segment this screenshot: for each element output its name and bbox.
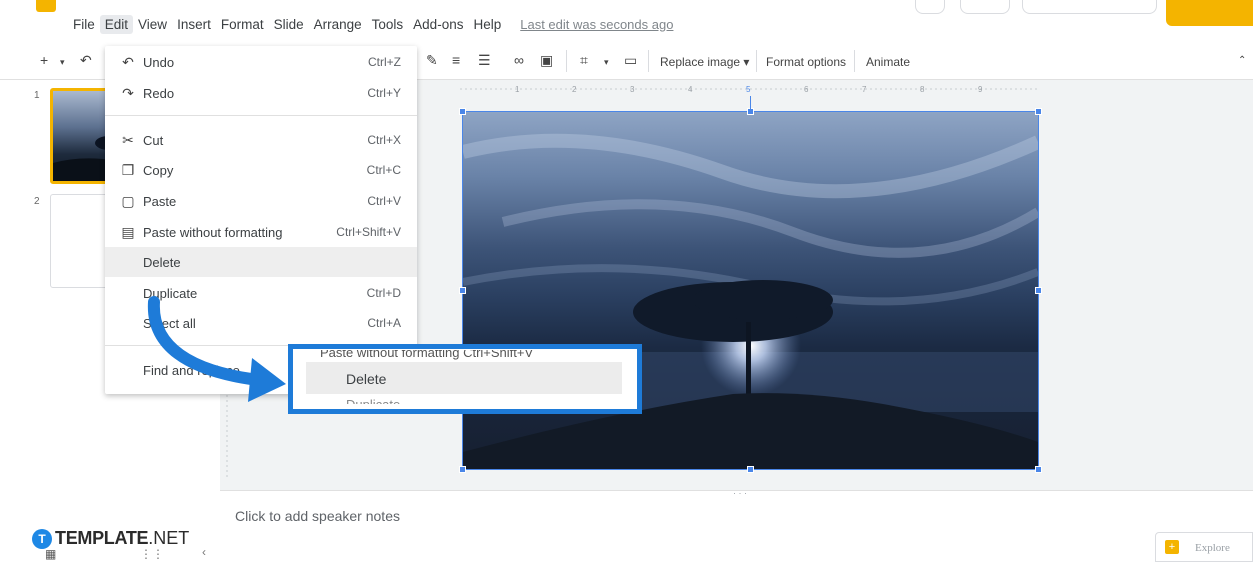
menu-view[interactable]: View [133,15,172,34]
menu-item-copy[interactable]: ❐ Copy Ctrl+C [105,155,417,185]
crop-dropdown-icon[interactable]: ▾ [604,57,609,68]
scissors-icon: ✂ [122,132,134,148]
menu-edit[interactable]: Edit [99,14,134,34]
new-slide-icon[interactable]: + [40,52,48,68]
svg-text:3: 3 [630,85,635,94]
menu-item-undo[interactable]: ↶ Undo Ctrl+Z [105,47,417,77]
resize-handle[interactable] [1035,108,1042,115]
menu-format[interactable]: Format [216,15,269,34]
paste-plain-icon: ▤ [121,224,135,240]
menu-tools[interactable]: Tools [367,15,409,34]
present-button[interactable] [1022,0,1157,14]
resize-handle[interactable] [1035,287,1042,294]
resize-handle[interactable] [459,108,466,115]
menu-help[interactable]: Help [468,15,506,34]
distribute-icon[interactable]: ☰ [478,52,491,69]
share-button[interactable] [1166,0,1253,26]
menu-bar: File Edit View Insert Format Slide Arran… [68,13,673,35]
menu-slide[interactable]: Slide [269,15,309,34]
menu-arrange[interactable]: Arrange [309,15,367,34]
comment-toolbar-icon[interactable]: ▣ [540,52,553,69]
svg-text:8: 8 [920,85,925,94]
slides-logo-icon[interactable] [36,0,56,12]
brand-suffix: .NET [148,528,190,548]
new-slide-dropdown-icon[interactable]: ▾ [60,57,65,68]
menu-item-redo[interactable]: ↷ Redo Ctrl+Y [105,78,417,108]
present-icon[interactable] [960,0,1010,14]
rotate-handle-line[interactable] [750,96,751,110]
animate-button[interactable]: Animate [866,55,910,69]
svg-text:6: 6 [804,85,809,94]
menu-item-delete[interactable]: Delete [105,247,417,277]
svg-text:1: 1 [515,85,520,94]
resize-handle[interactable] [747,466,754,473]
svg-text:2: 2 [572,85,577,94]
filmstrip-view-icon[interactable]: ⋮⋮ [140,547,164,561]
mask-image-icon[interactable]: ▭ [624,52,637,69]
pen-icon[interactable]: ✎ [426,52,438,69]
explore-label: Explore [1195,542,1230,554]
grid-view-icon[interactable]: ▦ [45,547,56,561]
notes-resize-handle[interactable]: · · · [733,488,747,498]
svg-text:5: 5 [746,85,751,94]
speaker-notes-placeholder[interactable]: Click to add speaker notes [235,508,400,524]
resize-handle[interactable] [459,466,466,473]
clipboard-icon: ▢ [121,193,135,209]
menu-item-cut[interactable]: ✂ Cut Ctrl+X [105,125,417,155]
replace-image-button[interactable]: Replace image ▾ [660,55,749,69]
svg-text:9: 9 [978,85,983,94]
svg-text:4: 4 [688,85,693,94]
brand-watermark: T TEMPLATE .NET [32,528,189,549]
undo-icon: ↶ [122,54,134,70]
svg-text:7: 7 [862,85,867,94]
comment-icon[interactable] [915,0,945,14]
selection-border [462,111,1039,470]
menu-item-paste-without-formatting[interactable]: ▤ Paste without formatting Ctrl+Shift+V [105,217,417,247]
menu-file[interactable]: File [68,15,100,34]
speaker-notes-panel[interactable] [220,490,1253,562]
callout-arrow-icon [147,296,286,402]
menu-addons[interactable]: Add-ons [408,15,468,34]
menu-insert[interactable]: Insert [172,15,216,34]
explore-icon: + [1165,540,1179,554]
format-options-button[interactable]: Format options [766,55,846,69]
slide-number: 1 [34,90,40,101]
brand-logo: T [32,528,52,549]
slide-number: 2 [34,196,40,207]
last-edit-link[interactable]: Last edit was seconds ago [520,17,673,32]
collapse-icon[interactable]: ⌃ [1238,55,1246,66]
link-icon[interactable]: ∞ [514,52,524,68]
horizontal-ruler: 1 2 3 4 5 6 7 8 9 [460,85,1040,94]
collapse-panel-icon[interactable]: ‹ [202,545,206,559]
undo-toolbar-icon[interactable]: ↶ [80,52,92,69]
copy-icon: ❐ [121,162,135,178]
align-icon[interactable]: ≡ [452,52,460,68]
crop-icon[interactable]: ⌗ [580,52,588,69]
resize-handle[interactable] [1035,466,1042,473]
zoom-delete-label: Delete [346,371,387,387]
resize-handle[interactable] [459,287,466,294]
menu-item-paste[interactable]: ▢ Paste Ctrl+V [105,186,417,216]
redo-icon: ↷ [122,85,134,101]
brand-name: TEMPLATE [55,528,149,548]
